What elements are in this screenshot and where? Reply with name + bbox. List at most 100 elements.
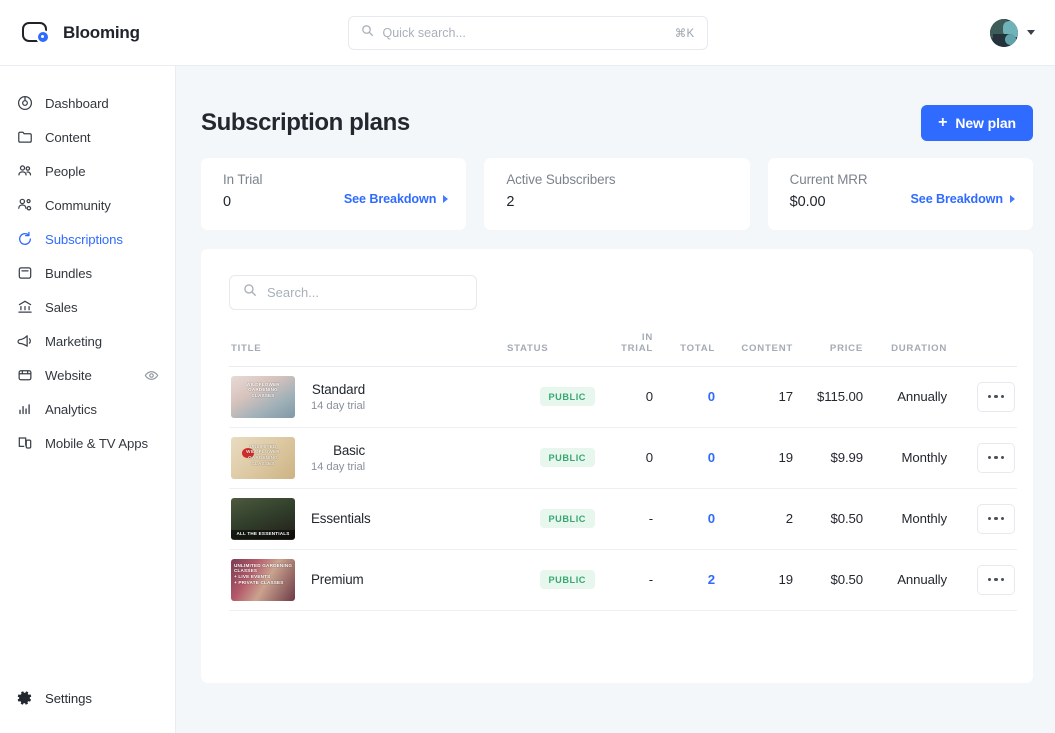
cell-price: $115.00 <box>793 366 863 427</box>
gear-icon <box>16 690 33 707</box>
chevron-down-icon[interactable] <box>1027 30 1035 35</box>
column-header-duration[interactable]: DURATION <box>863 332 947 366</box>
plan-subtitle: 14 day trial <box>311 461 365 473</box>
quick-search-placeholder: Quick search... <box>383 26 666 40</box>
in-trial-line2: TRIAL <box>621 343 653 354</box>
quick-search-input[interactable]: Quick search... ⌘K <box>348 16 708 50</box>
cell-total: 0 <box>653 366 715 427</box>
table-head: TITLE STATUS IN TRIAL TOTAL CONTENT PRIC… <box>229 332 1017 366</box>
stat-value: 2 <box>506 194 731 210</box>
see-breakdown-label: See Breakdown <box>344 192 437 206</box>
table-search-input[interactable]: Search... <box>229 275 477 310</box>
kebab-menu-icon[interactable] <box>977 443 1015 473</box>
sidebar-item-content[interactable]: Content <box>0 120 175 154</box>
sidebar-label: Analytics <box>45 402 97 417</box>
bank-icon <box>16 299 33 316</box>
cell-total: 0 <box>653 427 715 488</box>
avatar[interactable] <box>990 19 1018 47</box>
in-trial-line1: IN <box>642 332 653 343</box>
see-breakdown-link-in-trial[interactable]: See Breakdown <box>344 192 449 206</box>
stat-label: Active Subscribers <box>506 172 731 187</box>
eye-icon[interactable] <box>144 368 159 383</box>
new-plan-button[interactable]: + New plan <box>921 105 1033 141</box>
status-badge: PUBLIC <box>540 387 596 406</box>
column-header-in-trial[interactable]: IN TRIAL <box>595 332 653 366</box>
column-header-content[interactable]: CONTENT <box>715 332 793 366</box>
cell-price: $0.50 <box>793 488 863 549</box>
cell-in-trial: 0 <box>595 366 653 427</box>
sidebar-item-bundles[interactable]: Bundles <box>0 256 175 290</box>
cell-duration: Monthly <box>863 427 947 488</box>
sidebar-item-mobile-tv-apps[interactable]: Mobile & TV Apps <box>0 426 175 460</box>
cell-content: 2 <box>715 488 793 549</box>
plan-thumbnail: ALL THE ESSENTIALS <box>231 498 295 540</box>
cell-content: 19 <box>715 427 793 488</box>
cell-actions <box>947 366 1017 427</box>
chevron-right-icon <box>443 195 448 203</box>
kebab-menu-icon[interactable] <box>977 382 1015 412</box>
total-link[interactable]: 0 <box>708 511 715 526</box>
total-link[interactable]: 0 <box>708 450 715 465</box>
cell-actions <box>947 427 1017 488</box>
status-badge: PUBLIC <box>540 448 596 467</box>
status-badge: PUBLIC <box>540 570 596 589</box>
kebab-menu-icon[interactable] <box>977 504 1015 534</box>
sidebar-item-sales[interactable]: Sales <box>0 290 175 324</box>
cell-title: UNLIMITEDWILDFLOWERGARDENINGCLASSES Basi… <box>229 427 507 488</box>
cell-duration: Annually <box>863 366 947 427</box>
plan-name: Standard <box>311 382 365 397</box>
sidebar-item-dashboard[interactable]: Dashboard <box>0 86 175 120</box>
plan-name: Premium <box>311 572 364 587</box>
sidebar-item-website[interactable]: Website <box>0 358 175 392</box>
sidebar-item-subscriptions[interactable]: Subscriptions <box>0 222 175 256</box>
blooming-logo-icon <box>22 20 52 45</box>
total-link[interactable]: 0 <box>708 389 715 404</box>
sidebar-item-people[interactable]: People <box>0 154 175 188</box>
column-header-title[interactable]: TITLE <box>229 332 507 366</box>
brand[interactable]: Blooming <box>0 20 176 45</box>
cell-price: $0.50 <box>793 549 863 610</box>
stat-card-in-trial: In Trial 0 See Breakdown <box>201 158 466 230</box>
people-icon <box>16 163 33 180</box>
plan-thumbnail: WILDFLOWERGARDENINGCLASSES <box>231 376 295 418</box>
megaphone-icon <box>16 333 33 350</box>
main-content: Subscription plans + New plan In Trial 0… <box>176 66 1055 733</box>
table-row[interactable]: UNLIMITEDWILDFLOWERGARDENINGCLASSES Basi… <box>229 427 1017 488</box>
sidebar-item-analytics[interactable]: Analytics <box>0 392 175 426</box>
cell-content: 19 <box>715 549 793 610</box>
cell-title: WILDFLOWERGARDENINGCLASSES Standard 14 d… <box>229 366 507 427</box>
bundle-icon <box>16 265 33 282</box>
total-link[interactable]: 2 <box>708 572 715 587</box>
plan-name: Essentials <box>311 511 371 526</box>
table-row[interactable]: WILDFLOWERGARDENINGCLASSES Standard 14 d… <box>229 366 1017 427</box>
column-header-status[interactable]: STATUS <box>507 332 595 366</box>
sidebar-label: Sales <box>45 300 78 315</box>
column-header-total[interactable]: TOTAL <box>653 332 715 366</box>
devices-icon <box>16 435 33 452</box>
refresh-icon <box>16 231 33 248</box>
top-bar: Blooming Quick search... ⌘K <box>0 0 1055 66</box>
sidebar-label: Bundles <box>45 266 92 281</box>
see-breakdown-link-mrr[interactable]: See Breakdown <box>910 192 1015 206</box>
sidebar-label: Subscriptions <box>45 232 123 247</box>
sidebar-label: Dashboard <box>45 96 109 111</box>
column-header-price[interactable]: PRICE <box>793 332 863 366</box>
new-plan-label: New plan <box>955 115 1016 131</box>
cell-duration: Monthly <box>863 488 947 549</box>
sidebar-item-marketing[interactable]: Marketing <box>0 324 175 358</box>
cell-status: PUBLIC <box>507 549 595 610</box>
plan-subtitle: 14 day trial <box>311 400 365 412</box>
table-row[interactable]: UNLIMITED GARDENINGCLASSES+ LIVE EVENTS+… <box>229 549 1017 610</box>
cell-total: 2 <box>653 549 715 610</box>
search-icon <box>243 283 257 302</box>
community-icon <box>16 197 33 214</box>
table-search-placeholder: Search... <box>267 285 319 300</box>
kebab-menu-icon[interactable] <box>977 565 1015 595</box>
table-row[interactable]: ALL THE ESSENTIALS Essentials PUBLIC - <box>229 488 1017 549</box>
sidebar-item-community[interactable]: Community <box>0 188 175 222</box>
sidebar-item-settings[interactable]: Settings <box>0 681 175 715</box>
plan-thumbnail: UNLIMITED GARDENINGCLASSES+ LIVE EVENTS+… <box>231 559 295 601</box>
brand-name: Blooming <box>63 23 140 43</box>
cell-actions <box>947 488 1017 549</box>
cell-in-trial: - <box>595 488 653 549</box>
